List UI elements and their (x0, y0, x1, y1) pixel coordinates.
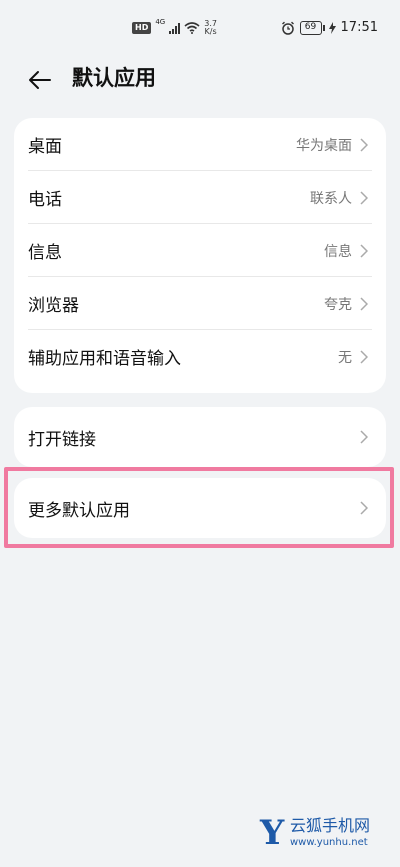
row-value: 夸克 (324, 296, 352, 313)
row-value: 华为桌面 (296, 137, 352, 154)
row-open-links[interactable]: 打开链接 (14, 407, 386, 467)
network-type: 4G (155, 18, 166, 26)
row-label: 更多默认应用 (28, 500, 130, 521)
chevron-right-icon (360, 243, 368, 258)
row-desktop[interactable]: 桌面 华为桌面 (14, 118, 386, 171)
network-speed: 3.7 K/s (204, 20, 217, 36)
status-bar: HD 4G 3.7 K/s 69 17:51 (0, 0, 400, 60)
row-browser[interactable]: 浏览器 夸克 (14, 277, 386, 330)
row-more-default-apps[interactable]: 更多默认应用 (14, 478, 386, 538)
more-default-apps-card: 更多默认应用 (14, 478, 386, 538)
battery-icon: 69 (299, 20, 325, 35)
row-messages[interactable]: 信息 信息 (14, 224, 386, 277)
chevron-right-icon (360, 430, 368, 444)
row-label: 信息 (28, 243, 62, 263)
watermark-url: www.yunhu.net (290, 837, 368, 848)
status-time: 17:51 (340, 20, 378, 35)
chevron-right-icon (360, 296, 368, 311)
chevron-right-icon (360, 349, 368, 364)
row-label: 电话 (28, 190, 62, 210)
row-value: 无 (338, 349, 352, 366)
status-right-group: 69 17:51 (281, 20, 378, 35)
page-title: 默认应用 (72, 66, 156, 90)
watermark-name: 云狐手机网 (290, 816, 371, 835)
watermark-logo: Y 云狐手机网 www.yunhu.net (260, 815, 380, 855)
wifi-icon (184, 22, 200, 34)
back-arrow-icon[interactable] (26, 66, 54, 94)
hd-badge: HD (132, 22, 152, 34)
watermark-letter: Y (260, 813, 285, 853)
row-label: 桌面 (28, 137, 62, 157)
open-links-card: 打开链接 (14, 407, 386, 467)
row-label: 打开链接 (28, 429, 96, 450)
row-label: 辅助应用和语音输入 (28, 349, 181, 369)
row-assist-voice[interactable]: 辅助应用和语音输入 无 (14, 330, 386, 383)
signal-icon (169, 22, 181, 34)
page-header: 默认应用 (0, 60, 400, 100)
row-value: 信息 (324, 243, 352, 260)
speed-unit: K/s (204, 27, 217, 36)
chevron-right-icon (360, 137, 368, 152)
default-apps-card: 桌面 华为桌面 电话 联系人 信息 信息 浏览器 夸克 辅助应用和语音输入 无 (14, 118, 386, 393)
chevron-right-icon (360, 501, 368, 515)
alarm-icon (281, 21, 294, 35)
row-value: 联系人 (310, 190, 352, 207)
chevron-right-icon (360, 190, 368, 205)
status-network-group: HD 4G 3.7 K/s (132, 18, 217, 36)
row-label: 浏览器 (28, 296, 79, 316)
row-phone[interactable]: 电话 联系人 (14, 171, 386, 224)
charging-icon (328, 21, 336, 34)
